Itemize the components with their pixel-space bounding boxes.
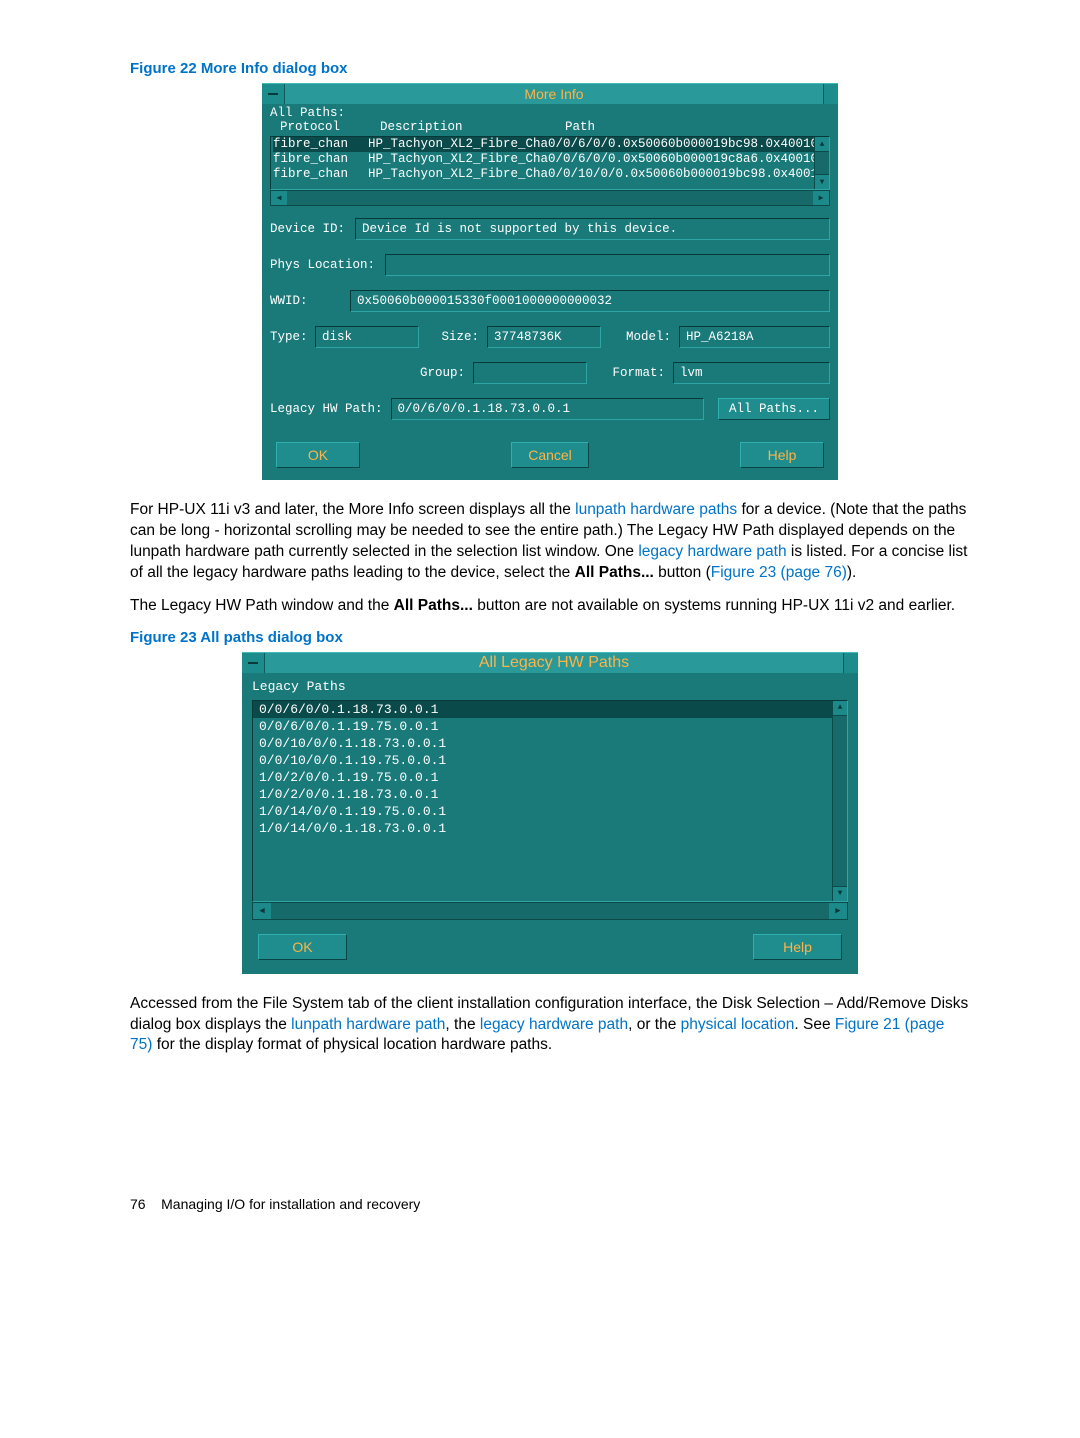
model-label: Model:: [601, 330, 671, 344]
scroll-up-icon[interactable]: ▲: [833, 701, 847, 716]
format-field: lvm: [673, 362, 830, 384]
cell-path: 0/0/10/0/0.0x50060b000019bc98.0x400100: [548, 167, 827, 182]
device-id-label: Device ID:: [270, 222, 345, 236]
legacy-hw-path-label: Legacy HW Path:: [270, 402, 383, 416]
lunpath-hw-paths-link[interactable]: lunpath hardware paths: [575, 501, 737, 518]
more-info-dialog: More Info All Paths: Protocol Descriptio…: [262, 83, 838, 480]
col-protocol: Protocol: [280, 120, 380, 134]
type-field: disk: [315, 326, 419, 348]
scroll-up-icon[interactable]: ▲: [815, 137, 829, 152]
format-label: Format:: [587, 366, 665, 380]
list-item[interactable]: 1/0/14/0/0.1.19.75.0.0.1: [253, 803, 847, 820]
vertical-scrollbar[interactable]: ▲ ▼: [814, 137, 829, 189]
help-button[interactable]: Help: [753, 934, 842, 960]
group-label: Group:: [420, 366, 465, 380]
list-row[interactable]: fibre_chan HP_Tachyon_XL2_Fibre_Cha 0/0/…: [273, 167, 827, 182]
col-description: Description: [380, 120, 565, 134]
window-menu-icon[interactable]: [262, 84, 285, 104]
legacy-paths-listbox[interactable]: 0/0/6/0/0.1.18.73.0.0.1 0/0/6/0/0.1.19.7…: [252, 700, 848, 902]
help-button[interactable]: Help: [740, 442, 824, 468]
scroll-down-icon[interactable]: ▼: [815, 174, 829, 189]
page-number: 76: [130, 1196, 146, 1212]
window-resize-icon[interactable]: [823, 84, 838, 104]
device-id-field: Device Id is not supported by this devic…: [355, 218, 830, 240]
col-path: Path: [565, 120, 830, 134]
model-field: HP_A6218A: [679, 326, 830, 348]
scroll-left-icon[interactable]: ◀: [253, 903, 271, 919]
page-footer: 76 Managing I/O for installation and rec…: [130, 1196, 970, 1212]
legacy-hw-path-field: 0/0/6/0/0.1.18.73.0.0.1: [391, 398, 704, 420]
figure23-ref-link[interactable]: Figure 23 (page 76): [711, 564, 847, 581]
list-item[interactable]: 0/0/6/0/0.1.18.73.0.0.1: [253, 701, 847, 718]
cell-path: 0/0/6/0/0.0x50060b000019c8a6.0x4001000: [548, 152, 827, 167]
scroll-right-icon[interactable]: ▶: [813, 191, 829, 205]
vertical-scrollbar[interactable]: ▲ ▼: [832, 701, 847, 901]
titlebar: More Info: [262, 83, 838, 104]
legacy-paths-header: Legacy Paths: [242, 673, 858, 694]
figure23-caption: Figure 23 All paths dialog box: [130, 629, 970, 646]
body-paragraph: For HP-UX 11i v3 and later, the More Inf…: [130, 500, 970, 584]
scroll-right-icon[interactable]: ▶: [829, 903, 847, 919]
list-item[interactable]: 0/0/10/0/0.1.19.75.0.0.1: [253, 752, 847, 769]
legacy-hw-path-link[interactable]: legacy hardware path: [638, 543, 786, 560]
list-item[interactable]: 1/0/2/0/0.1.18.73.0.0.1: [253, 786, 847, 803]
list-item[interactable]: 0/0/10/0/0.1.18.73.0.0.1: [253, 735, 847, 752]
horizontal-scrollbar[interactable]: ◀ ▶: [252, 902, 848, 920]
physical-location-link[interactable]: physical location: [681, 1016, 795, 1033]
cell-protocol: fibre_chan: [273, 152, 368, 167]
list-item[interactable]: 0/0/6/0/0.1.19.75.0.0.1: [253, 718, 847, 735]
type-label: Type:: [270, 330, 315, 344]
dialog-title: All Legacy HW Paths: [265, 653, 843, 673]
window-menu-icon[interactable]: [242, 653, 265, 673]
scroll-left-icon[interactable]: ◀: [271, 191, 287, 205]
ok-button[interactable]: OK: [258, 934, 347, 960]
all-paths-button[interactable]: All Paths...: [718, 398, 830, 420]
cell-description: HP_Tachyon_XL2_Fibre_Cha: [368, 137, 548, 152]
group-field: [473, 362, 587, 384]
window-resize-icon[interactable]: [843, 653, 858, 673]
list-row[interactable]: fibre_chan HP_Tachyon_XL2_Fibre_Cha 0/0/…: [273, 137, 827, 152]
titlebar: All Legacy HW Paths: [242, 652, 858, 673]
wwid-field: 0x50060b000015330f0001000000000032: [350, 290, 830, 312]
figure22-caption: Figure 22 More Info dialog box: [130, 60, 970, 77]
phys-location-field: [385, 254, 830, 276]
cancel-button[interactable]: Cancel: [511, 442, 589, 468]
cell-description: HP_Tachyon_XL2_Fibre_Cha: [368, 152, 548, 167]
chapter-title: Managing I/O for installation and recove…: [161, 1196, 420, 1212]
body-paragraph: The Legacy HW Path window and the All Pa…: [130, 596, 970, 617]
lunpath-hw-path-link[interactable]: lunpath hardware path: [291, 1016, 445, 1033]
phys-location-label: Phys Location:: [270, 258, 375, 272]
legacy-hw-path-link[interactable]: legacy hardware path: [480, 1016, 628, 1033]
cell-description: HP_Tachyon_XL2_Fibre_Cha: [368, 167, 548, 182]
wwid-label: WWID:: [270, 294, 350, 308]
list-item[interactable]: 1/0/14/0/0.1.18.73.0.0.1: [253, 820, 847, 837]
size-field: 37748736K: [487, 326, 601, 348]
paths-listbox[interactable]: fibre_chan HP_Tachyon_XL2_Fibre_Cha 0/0/…: [270, 136, 830, 190]
dialog-title: More Info: [285, 84, 823, 104]
list-item[interactable]: 1/0/2/0/0.1.19.75.0.0.1: [253, 769, 847, 786]
cell-protocol: fibre_chan: [273, 137, 368, 152]
all-paths-header: All Paths:: [270, 106, 830, 120]
all-paths-dialog: All Legacy HW Paths Legacy Paths 0/0/6/0…: [242, 652, 858, 974]
list-row[interactable]: fibre_chan HP_Tachyon_XL2_Fibre_Cha 0/0/…: [273, 152, 827, 167]
ok-button[interactable]: OK: [276, 442, 360, 468]
cell-protocol: fibre_chan: [273, 167, 368, 182]
body-paragraph: Accessed from the File System tab of the…: [130, 994, 970, 1057]
cell-path: 0/0/6/0/0.0x50060b000019bc98.0x4001001: [548, 137, 827, 152]
size-label: Size:: [419, 330, 479, 344]
scroll-down-icon[interactable]: ▼: [833, 886, 847, 901]
horizontal-scrollbar[interactable]: ◀ ▶: [270, 190, 830, 206]
